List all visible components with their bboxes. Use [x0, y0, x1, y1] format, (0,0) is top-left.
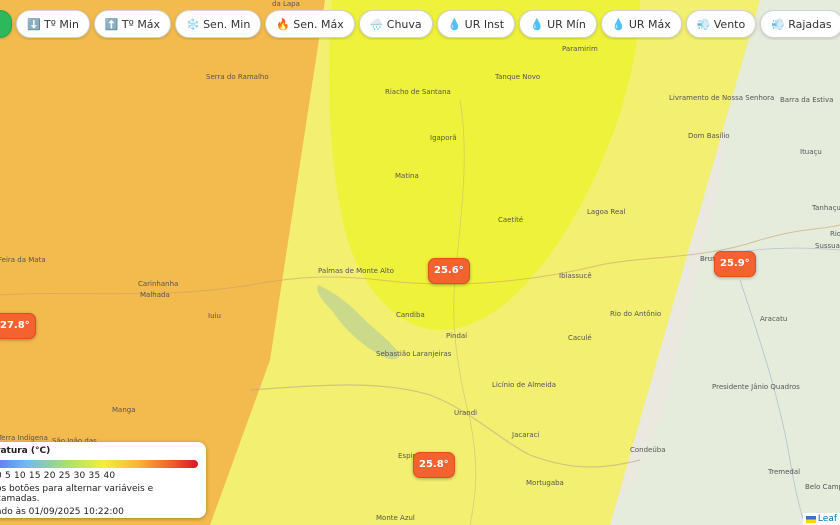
toolbar-button-6[interactable]: 💧 UR Mín: [519, 10, 597, 38]
toolbar-button-label: Sen. Máx: [293, 17, 344, 31]
city-label: Tremedal: [768, 468, 801, 476]
city-label: Presidente Jânio Quadros: [712, 383, 800, 391]
city-label: Pindaí: [446, 332, 468, 340]
city-label: Jacaraci: [512, 431, 540, 439]
city-label: Tanhaçu: [812, 204, 840, 212]
city-label: Aracatu: [760, 315, 788, 323]
temperature-marker[interactable]: 25.6°: [428, 258, 470, 284]
legend-updated: ado às 01/09/2025 10:22:00: [0, 507, 124, 517]
toolbar-button-2[interactable]: ❄️ Sen. Min: [175, 10, 262, 38]
map-attribution[interactable]: Leaf: [802, 513, 840, 525]
temperature-marker[interactable]: 25.9°: [714, 251, 756, 277]
city-label: Rio do Pires: [830, 230, 840, 238]
variable-icon: 💧: [530, 17, 544, 31]
city-label: Matina: [395, 172, 419, 180]
toolbar-button-1[interactable]: ⬆️ Tº Máx: [93, 10, 172, 38]
toolbar-button-label: UR Mín: [547, 17, 586, 31]
city-label: Candiba: [396, 311, 425, 319]
variable-icon: 💨: [771, 17, 785, 31]
legend-ticks: 0 5 10 15 20 25 30 35 40: [0, 471, 116, 481]
city-label: Igaporã: [430, 134, 457, 142]
toolbar-button-3[interactable]: 🔥 Sen. Máx: [265, 10, 355, 38]
toolbar-button-label: UR Inst: [464, 17, 505, 31]
variable-toolbar: ⬇️ Tº Min ⬆️ Tº Máx ❄️ Sen. Min 🔥 Sen. Máx 🌧️ Chu…: [0, 10, 840, 40]
attribution-text: Leaf: [817, 514, 837, 524]
toolbar-button-0[interactable]: ⬇️ Tº Min: [16, 10, 90, 38]
city-label: Ituaçu: [800, 148, 822, 156]
city-label: Livramento de Nossa Senhora: [669, 94, 775, 102]
city-label: Caculé: [568, 334, 592, 342]
city-label: Serra do Ramalho: [206, 73, 269, 81]
toolbar-button-label: Vento: [713, 17, 746, 31]
variable-icon: 🔥: [276, 17, 290, 31]
toolbar-button-label: Chuva: [386, 17, 422, 31]
city-label: Manga: [112, 406, 136, 414]
variable-icon: ⬆️: [104, 17, 119, 31]
toolbar-buttons: ⬇️ Tº Min ⬆️ Tº Máx ❄️ Sen. Min 🔥 Sen. Máx 🌧️ Chu…: [0, 10, 840, 38]
city-label: Sebastião Laranjeiras: [376, 350, 452, 358]
city-label: Feira da Mata: [0, 256, 46, 264]
city-label: Urandi: [454, 409, 478, 417]
city-label: Terra Indígena: [0, 434, 48, 442]
toolbar-button-label: Tº Min: [44, 17, 79, 31]
toolbar-button-4[interactable]: 🌧️ Chuva: [358, 10, 433, 38]
legend-title: ratura (°C): [0, 446, 51, 456]
city-label: Ibiassucê: [559, 272, 592, 280]
variable-icon: 🌧️: [369, 17, 384, 31]
legend-color-scale: [0, 460, 198, 468]
toolbar-button-label: Rajadas: [788, 17, 832, 31]
city-label: Palmas de Monte Alto: [318, 267, 394, 275]
toolbar-button-8[interactable]: 💨 Vento: [685, 10, 757, 38]
city-label: Monte Azul: [376, 514, 415, 522]
variable-icon: 💧: [447, 17, 462, 31]
city-label: Rio do Antônio: [610, 310, 662, 318]
variable-icon: ❄️: [186, 17, 200, 31]
variable-icon: 💨: [696, 17, 711, 31]
variable-icon: 💧: [611, 17, 626, 31]
variable-icon: ⬇️: [27, 17, 41, 31]
city-label: Carinhanha: [138, 280, 179, 288]
city-label: Lagoa Real: [587, 208, 626, 216]
city-label: Sussua: [815, 242, 840, 250]
active-variable-button[interactable]: [0, 10, 12, 38]
temperature-marker[interactable]: 27.8°: [0, 313, 36, 339]
legend-hint: os botões para alternar variáveis e cama…: [0, 484, 154, 504]
temperature-marker[interactable]: 25.8°: [413, 452, 455, 478]
toolbar-button-9[interactable]: 💨 Rajadas: [760, 10, 840, 38]
toolbar-button-label: UR Máx: [628, 17, 671, 31]
city-label: Riacho de Santana: [385, 88, 451, 96]
city-label: Dom Basílio: [688, 132, 730, 140]
city-label: Caetité: [498, 216, 524, 224]
toolbar-button-label: Sen. Min: [203, 17, 251, 31]
toolbar-button-7[interactable]: 💧 UR Máx: [600, 10, 682, 38]
city-label: Tanque Novo: [495, 73, 541, 81]
toolbar-button-label: Tº Máx: [121, 17, 161, 31]
city-label: Mortugaba: [526, 479, 564, 487]
city-label: da Lapa: [272, 0, 300, 8]
legend-panel: ratura (°C) 0 5 10 15 20 25 30 35 40 os …: [0, 442, 206, 518]
city-label: Belo Campo: [805, 483, 840, 491]
city-label: Paramirim: [562, 45, 598, 53]
ukraine-flag-icon: [805, 515, 816, 523]
city-label: Iuiu: [208, 312, 221, 320]
city-label: Malhada: [140, 291, 170, 299]
toolbar-button-5[interactable]: 💧 UR Inst: [436, 10, 516, 38]
city-label: Barra da Estiva: [780, 96, 834, 104]
city-label: Licínio de Almeida: [492, 381, 557, 389]
city-label: Condeúba: [630, 446, 666, 454]
